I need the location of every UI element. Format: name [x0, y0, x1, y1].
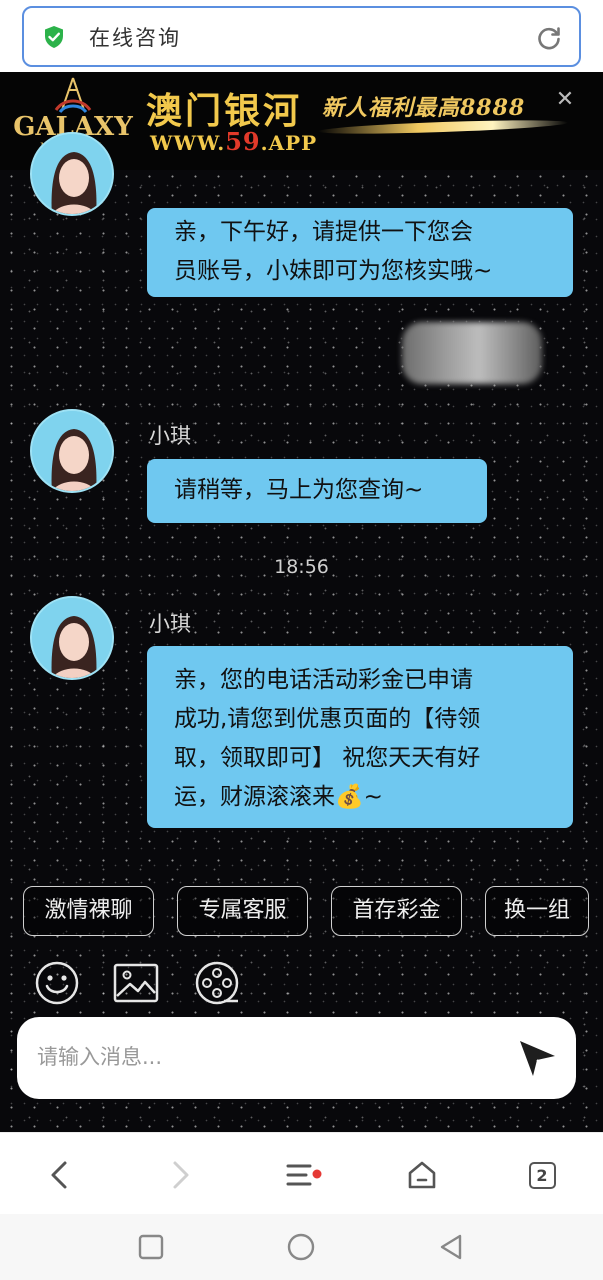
message-line: 员账号，小妹即可为您核实哦~: [174, 258, 493, 284]
timestamp: 18:56: [274, 556, 329, 578]
forward-icon[interactable]: [158, 1153, 202, 1197]
quick-reply-button[interactable]: 首存彩金: [331, 886, 462, 936]
avatar[interactable]: [30, 409, 114, 493]
url-prefix: WWW.: [150, 131, 226, 155]
message-line: 运，财源滚滚来💰~: [174, 784, 383, 810]
back-icon[interactable]: [38, 1153, 82, 1197]
url-number: 59: [225, 127, 261, 156]
home-circle-icon[interactable]: [286, 1232, 316, 1262]
avatar[interactable]: [30, 132, 114, 216]
quick-reply-button[interactable]: 换一组: [485, 886, 589, 936]
brand-url: WWW.59.APP: [150, 127, 317, 156]
send-icon[interactable]: [516, 1037, 558, 1079]
video-icon[interactable]: [194, 960, 240, 1006]
recents-icon[interactable]: [136, 1232, 166, 1262]
quick-reply-button[interactable]: 激情裸聊: [23, 886, 154, 936]
back-triangle-icon[interactable]: [436, 1232, 466, 1262]
chat-area: GALAXY MACAU 澳门银河 WWW.59.APP 新人福利最高8888 …: [0, 72, 603, 1132]
message-line: 成功,请您到优惠页面的【待领: [174, 706, 481, 732]
message-bubble: 请稍等，马上为您查询~: [147, 459, 487, 523]
menu-icon[interactable]: [280, 1153, 324, 1197]
emoji-icon[interactable]: [34, 960, 80, 1006]
sender-name: 小琪: [149, 612, 191, 636]
quick-reply-button[interactable]: 专属客服: [177, 886, 308, 936]
message-line: 亲，下午好，请提供一下您会: [174, 219, 473, 245]
tabs-button[interactable]: 2: [520, 1153, 564, 1197]
redacted-user-message: [402, 322, 542, 384]
message-bubble: 亲，您的电话活动彩金已申请 成功,请您到优惠页面的【待领 取，领取即可】 祝您天…: [147, 646, 573, 828]
avatar[interactable]: [30, 596, 114, 680]
message-line: 请稍等，马上为您查询~: [174, 477, 424, 503]
browser-bottom-nav: 2: [0, 1132, 603, 1214]
home-icon[interactable]: [400, 1153, 444, 1197]
address-bar[interactable]: 在线咨询: [22, 6, 581, 67]
sender-name: 小琪: [149, 424, 191, 448]
page-title: 在线咨询: [89, 25, 181, 50]
promo-text: 新人福利最高8888: [322, 95, 526, 121]
close-icon[interactable]: ✕: [553, 88, 577, 112]
url-suffix: .APP: [260, 131, 318, 155]
reload-icon[interactable]: [536, 25, 562, 51]
browser-top-bar: 在线咨询: [0, 0, 603, 72]
message-line: 亲，您的电话活动彩金已申请: [174, 667, 473, 693]
message-composer: [17, 1017, 576, 1099]
shield-check-icon: [43, 25, 65, 49]
message-line: 取，领取即可】 祝您天天有好: [174, 745, 481, 771]
message-input[interactable]: [37, 1037, 497, 1077]
tab-count: 2: [528, 1161, 556, 1189]
image-icon[interactable]: [113, 960, 159, 1006]
system-nav-bar: [0, 1214, 603, 1280]
message-bubble: 亲，下午好，请提供一下您会 员账号，小妹即可为您核实哦~: [147, 208, 573, 297]
